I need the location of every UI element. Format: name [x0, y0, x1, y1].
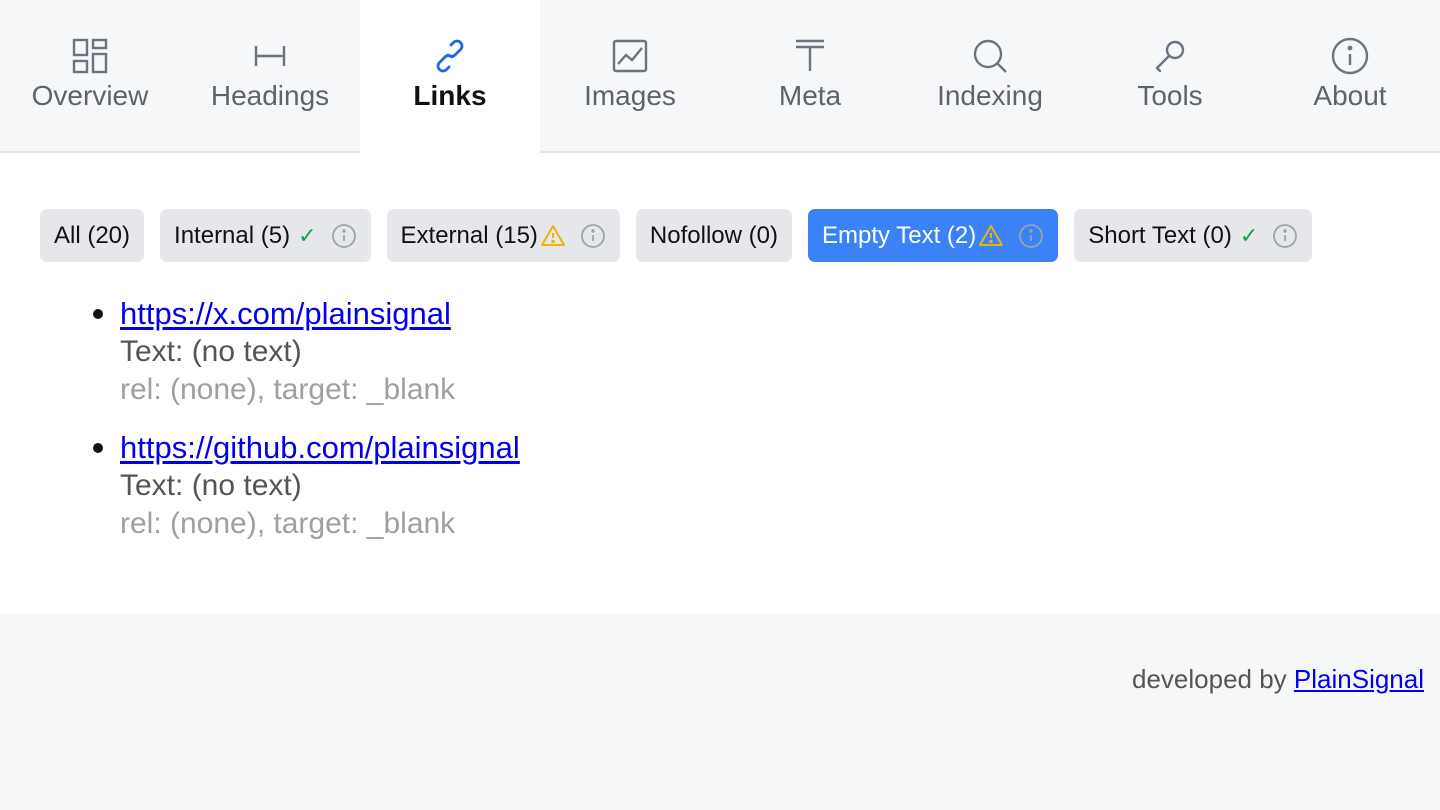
text-icon	[790, 36, 830, 76]
tab-label: Images	[584, 80, 676, 111]
tab-images[interactable]: Images	[540, 0, 720, 151]
link-url[interactable]: https://github.com/plainsignal	[120, 429, 520, 467]
filter-all[interactable]: All (20)	[40, 209, 145, 262]
info-icon	[1330, 36, 1370, 76]
warning-icon	[540, 224, 566, 248]
grid-icon	[70, 36, 110, 76]
tab-label: Overview	[31, 80, 149, 111]
link-text: Text: (no text)	[120, 469, 302, 502]
warning-icon	[978, 224, 1004, 248]
tab-label: About	[1313, 80, 1387, 111]
filter-label: Empty Text (2)	[821, 221, 977, 249]
info-icon[interactable]	[331, 223, 357, 249]
tab-indexing[interactable]: Indexing	[900, 0, 1080, 151]
footer-credit: developed by PlainSignal	[1132, 664, 1424, 695]
filter-empty-text[interactable]: Empty Text (2)	[807, 209, 1059, 262]
link-meta: rel: (none), target: _blank	[120, 507, 456, 540]
list-item: https://x.com/plainsignal Text: (no text…	[93, 295, 520, 409]
check-icon: ✓	[298, 222, 317, 248]
link-meta: rel: (none), target: _blank	[120, 373, 456, 406]
info-icon[interactable]	[580, 223, 606, 249]
search-icon	[970, 36, 1010, 76]
check-icon: ✓	[1239, 222, 1259, 248]
tab-label: Indexing	[937, 80, 1043, 111]
filter-label: All (20)	[54, 221, 131, 249]
tab-label: Meta	[778, 80, 842, 111]
heading-icon	[250, 36, 290, 76]
filter-external[interactable]: External (15)	[386, 209, 620, 262]
tab-headings[interactable]: Headings	[180, 0, 360, 151]
filter-label: External (15)	[400, 221, 538, 249]
link-list: https://x.com/plainsignal Text: (no text…	[93, 295, 520, 563]
link-text: Text: (no text)	[120, 335, 302, 368]
link-icon	[430, 36, 470, 76]
tab-meta[interactable]: Meta	[720, 0, 900, 151]
link-url[interactable]: https://x.com/plainsignal	[120, 295, 451, 333]
filter-nofollow[interactable]: Nofollow (0)	[635, 209, 792, 262]
tab-about[interactable]: About	[1260, 0, 1440, 151]
footer-link[interactable]: PlainSignal	[1294, 664, 1424, 694]
filter-short-text[interactable]: Short Text (0) ✓	[1074, 209, 1313, 262]
footer: developed by PlainSignal	[0, 614, 1440, 810]
filter-bar: All (20) Internal (5) ✓ External (15) No…	[40, 209, 1313, 262]
filter-label: Internal (5)	[174, 221, 291, 249]
filter-internal[interactable]: Internal (5) ✓	[160, 209, 371, 262]
tab-overview[interactable]: Overview	[0, 0, 180, 151]
footer-prefix: developed by	[1132, 664, 1294, 694]
filter-label: Nofollow (0)	[649, 221, 778, 249]
tab-label: Tools	[1137, 80, 1203, 111]
tab-label: Headings	[210, 80, 330, 111]
info-icon[interactable]	[1018, 223, 1044, 249]
wrench-icon	[1150, 36, 1190, 76]
list-item: https://github.com/plainsignal Text: (no…	[93, 429, 520, 543]
filter-label: Short Text (0)	[1088, 221, 1232, 249]
tab-links[interactable]: Links	[360, 0, 540, 153]
image-icon	[610, 36, 650, 76]
tab-label: Links	[413, 80, 487, 111]
tab-bar: Overview Headings Links Images Meta Inde…	[0, 0, 1440, 153]
tab-tools[interactable]: Tools	[1080, 0, 1260, 151]
info-icon[interactable]	[1272, 223, 1298, 249]
